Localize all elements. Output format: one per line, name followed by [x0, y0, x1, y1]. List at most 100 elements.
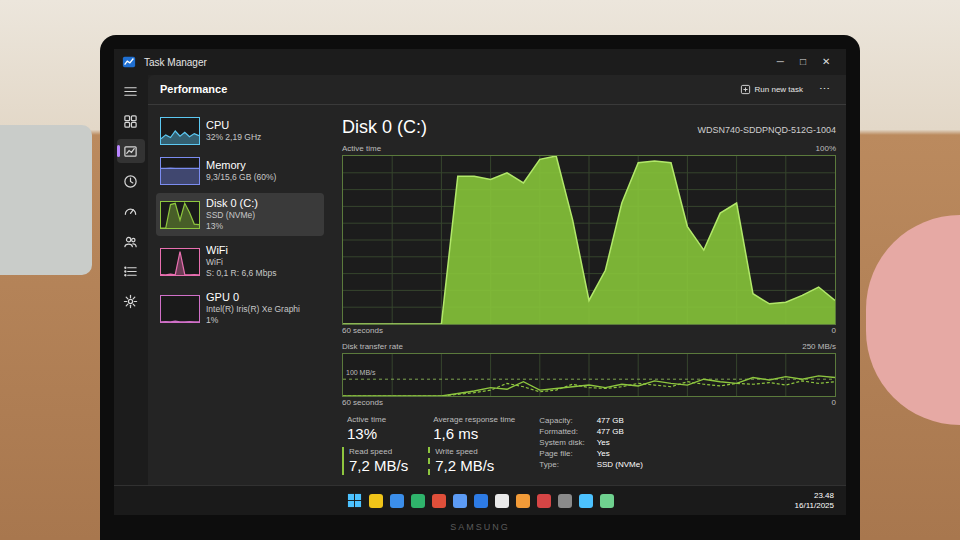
- stat-value: 7,2 MB/s: [349, 457, 408, 475]
- stat-value: 13%: [347, 425, 386, 443]
- transfer-chart-labels: Disk transfer rate250 MB/s: [342, 341, 836, 353]
- more-button[interactable]: ⋯: [815, 81, 834, 98]
- taskbar-app-icon[interactable]: [432, 494, 446, 508]
- run-task-icon: [740, 84, 751, 95]
- users-icon: [123, 234, 138, 249]
- resource-name: GPU 0: [206, 291, 300, 304]
- transfer-chart-axis: 60 seconds0: [342, 397, 836, 409]
- resource-sparkline: [161, 202, 199, 228]
- clock-time: 23.48: [814, 491, 834, 501]
- disk-model: WDSN740-SDDPNQD-512G-1004: [697, 124, 836, 138]
- property-value: 477 GB: [597, 415, 643, 426]
- active-time-line: [343, 156, 835, 324]
- property-value: 477 GB: [597, 426, 643, 437]
- resource-list: CPU32% 2,19 GHz Memory9,3/15,6 GB (60%) Di…: [148, 105, 332, 485]
- stat-label: Read speed: [349, 447, 408, 457]
- page-title: Performance: [160, 81, 227, 98]
- stat-series-marker: [428, 447, 430, 475]
- active-chart-axis: 60 seconds0: [342, 325, 836, 337]
- taskbar-app-icon[interactable]: [411, 494, 425, 508]
- nav-item[interactable]: [117, 289, 145, 313]
- resource-item[interactable]: GPU 0Intel(R) Iris(R) Xe Graphi1%: [156, 287, 324, 330]
- resource-sparkline: [161, 249, 199, 275]
- laptop-brand: SAMSUNG: [450, 521, 510, 535]
- performance-body: CPU32% 2,19 GHz Memory9,3/15,6 GB (60%) Di…: [148, 105, 846, 485]
- stat: Read speed7,2 MB/s: [342, 447, 408, 475]
- stat-series-marker: [342, 447, 344, 475]
- resource-detail: 1%: [206, 315, 300, 326]
- resource-sparkline: [161, 296, 199, 322]
- resource-text: GPU 0Intel(R) Iris(R) Xe Graphi1%: [206, 291, 300, 326]
- nav-selection-bar: [117, 265, 120, 277]
- taskbar-app-icon[interactable]: [579, 494, 593, 508]
- startup-icon: [123, 204, 138, 219]
- window-control-button[interactable]: ✕: [814, 52, 838, 72]
- resource-text: Disk 0 (C:)SSD (NVMe)13%: [206, 197, 258, 232]
- window-control-button[interactable]: □: [792, 52, 814, 72]
- chart-label: Active time: [342, 143, 381, 155]
- resource-item[interactable]: WiFiWiFiS: 0,1 R: 6,6 Mbps: [156, 240, 324, 283]
- transfer-rate-chart: 100 MB/s: [342, 353, 836, 397]
- bezel-bottom: SAMSUNG: [114, 515, 846, 540]
- resource-item[interactable]: CPU32% 2,19 GHz: [156, 113, 324, 149]
- active-time-chart: [342, 155, 836, 325]
- property-key: Type:: [539, 459, 584, 470]
- resource-thumbnail: [160, 117, 200, 145]
- nav-selection-bar: [117, 145, 120, 157]
- taskbar-app-icon[interactable]: [453, 494, 467, 508]
- stat-label: Write speed: [435, 447, 494, 457]
- taskbar: 23.4816/11/2025: [114, 485, 846, 515]
- resource-item[interactable]: Disk 0 (C:)SSD (NVMe)13%: [156, 193, 324, 236]
- window-control-button[interactable]: ─: [769, 52, 792, 72]
- windows-start-icon[interactable]: [347, 493, 362, 508]
- nav-item[interactable]: [117, 109, 145, 133]
- taskbar-app-icon[interactable]: [390, 494, 404, 508]
- taskbar-app-icon[interactable]: [516, 494, 530, 508]
- resource-name: WiFi: [206, 244, 276, 257]
- resource-thumbnail: [160, 201, 200, 229]
- table-right: [860, 0, 960, 540]
- stat: Average response time1,6 ms: [428, 415, 515, 443]
- active-chart-labels: Active time100%: [342, 143, 836, 155]
- taskbar-apps: [347, 493, 614, 508]
- run-new-task-button[interactable]: Run new task: [736, 82, 807, 98]
- property-value: Yes: [597, 437, 643, 448]
- resource-detail: WiFi: [206, 257, 276, 268]
- x-axis-label: 60 seconds: [342, 325, 383, 337]
- history-icon: [123, 174, 138, 189]
- taskbar-app-icon[interactable]: [558, 494, 572, 508]
- detail-title-row: Disk 0 (C:)WDSN740-SDDPNQD-512G-1004: [342, 115, 836, 139]
- nav-selection-bar: [117, 85, 120, 97]
- processes-icon: [123, 114, 138, 129]
- nav-selection-bar: [117, 295, 120, 307]
- chart-label: Disk transfer rate: [342, 341, 403, 353]
- nav-item[interactable]: [117, 229, 145, 253]
- property-key: Formatted:: [539, 426, 584, 437]
- nav-item[interactable]: [117, 79, 145, 103]
- window-controls: ─□✕: [769, 52, 838, 72]
- property-key: Capacity:: [539, 415, 584, 426]
- resource-text: Memory9,3/15,6 GB (60%): [206, 159, 276, 183]
- tablet: [0, 125, 92, 275]
- details-icon: [123, 264, 138, 279]
- services-icon: [123, 294, 138, 309]
- resource-name: Disk 0 (C:): [206, 197, 258, 210]
- properties-grid: Capacity:477 GBFormatted:477 GBSystem di…: [539, 415, 643, 475]
- resource-detail: SSD (NVMe): [206, 210, 258, 221]
- resource-text: CPU32% 2,19 GHz: [206, 119, 261, 143]
- taskbar-app-icon[interactable]: [474, 494, 488, 508]
- nav-item[interactable]: [117, 199, 145, 223]
- stat: Active time13%: [342, 415, 408, 443]
- nav-item[interactable]: [117, 139, 145, 163]
- property-value: SSD (NVMe): [597, 459, 643, 470]
- nav-item[interactable]: [117, 259, 145, 283]
- nav-item[interactable]: [117, 169, 145, 193]
- resource-item[interactable]: Memory9,3/15,6 GB (60%): [156, 153, 324, 189]
- taskbar-app-icon[interactable]: [369, 494, 383, 508]
- taskbar-app-icon[interactable]: [495, 494, 509, 508]
- stat-text: Write speed7,2 MB/s: [435, 447, 494, 475]
- taskbar-app-icon[interactable]: [537, 494, 551, 508]
- property-value: Yes: [597, 448, 643, 459]
- clock[interactable]: 23.4816/11/2025: [795, 491, 838, 511]
- taskbar-app-icon[interactable]: [600, 494, 614, 508]
